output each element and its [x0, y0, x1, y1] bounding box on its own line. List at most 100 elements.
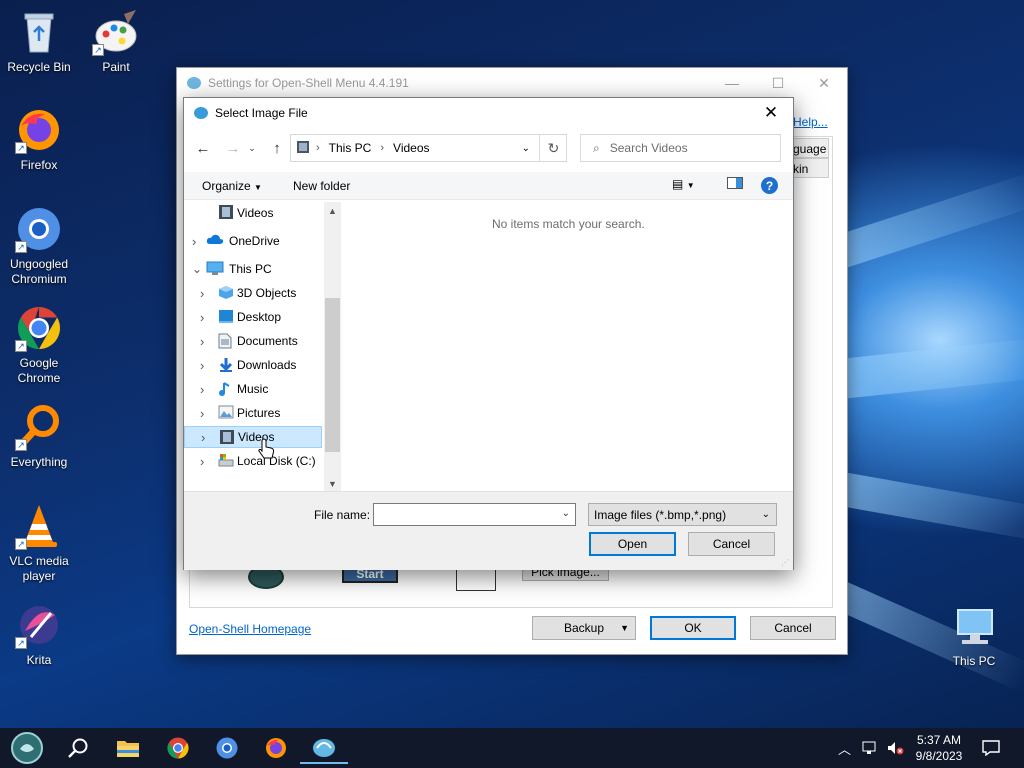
- tree-item-local-disk-c[interactable]: › Local Disk (C:): [184, 450, 322, 472]
- file-name-input[interactable]: ⌄: [373, 503, 576, 526]
- tree-item-videos[interactable]: › Videos: [184, 426, 322, 448]
- chevron-right-icon[interactable]: ›: [200, 334, 204, 349]
- file-explorer-icon[interactable]: [104, 732, 152, 764]
- recent-locations-button[interactable]: ⌄: [246, 138, 258, 158]
- open-shell-icon[interactable]: [300, 732, 348, 764]
- chevron-right-icon[interactable]: ›: [200, 454, 204, 469]
- tree-item-pictures[interactable]: › Pictures: [184, 402, 322, 424]
- up-button[interactable]: ↑: [266, 138, 288, 158]
- tree-item-desktop[interactable]: › Desktop: [184, 306, 322, 328]
- desktop-icon-label: Paint: [102, 60, 130, 74]
- chevron-down-icon: ⌄: [761, 509, 770, 520]
- chevron-right-icon[interactable]: ›: [200, 382, 204, 397]
- help-icon[interactable]: ?: [761, 177, 778, 194]
- desktop-icon-ungoogled-chromium[interactable]: ↗ Ungoogled Chromium: [1, 205, 77, 287]
- scroll-up-arrow[interactable]: ▲: [324, 202, 341, 219]
- ok-button[interactable]: OK: [650, 616, 736, 640]
- chevron-right-icon[interactable]: ›: [201, 430, 205, 445]
- maximize-button[interactable]: ☐: [755, 68, 801, 98]
- chevron-right-icon[interactable]: ›: [200, 406, 204, 421]
- chevron-down-icon[interactable]: ⌄: [562, 508, 570, 519]
- desktop-icon-recycle-bin[interactable]: Recycle Bin: [1, 8, 77, 75]
- firefox-icon[interactable]: [252, 732, 300, 764]
- local-disk-icon: [218, 453, 234, 467]
- documents-icon: [218, 333, 234, 349]
- dialog-close-button[interactable]: ✕: [749, 98, 793, 128]
- tree-item-videos[interactable]: Videos: [184, 202, 322, 224]
- chevron-right-icon[interactable]: ›: [200, 310, 204, 325]
- tree-item-label: Local Disk (C:): [237, 454, 316, 468]
- change-view-button[interactable]: ▤ ▼: [672, 177, 695, 191]
- videos-icon: [296, 140, 310, 157]
- navigation-pane-scrollbar[interactable]: ▲ ▼: [324, 202, 341, 492]
- preview-pane-button[interactable]: [727, 177, 743, 192]
- open-shell-homepage-link[interactable]: Open-Shell Homepage: [189, 622, 311, 636]
- chrome-icon[interactable]: [154, 732, 202, 764]
- clock-date: 9/8/2023: [915, 749, 963, 763]
- network-icon[interactable]: [862, 728, 880, 768]
- tree-item-label: Downloads: [237, 358, 297, 372]
- this-pc-icon: [206, 261, 224, 275]
- desktop-icon-krita[interactable]: ↗ Krita: [1, 601, 77, 668]
- tree-item-label: Pictures: [237, 406, 281, 420]
- scroll-down-arrow[interactable]: ▼: [324, 475, 341, 492]
- view-icon: ▤: [672, 177, 684, 191]
- chevron-right-icon[interactable]: ›: [192, 234, 196, 249]
- minimize-button[interactable]: —: [709, 68, 755, 98]
- desktop-icon-vlc[interactable]: ↗ VLC media player: [1, 502, 77, 584]
- back-button[interactable]: ←: [192, 138, 214, 158]
- volume-muted-icon[interactable]: [886, 728, 904, 768]
- open-button[interactable]: Open: [589, 532, 676, 556]
- action-center-icon[interactable]: [982, 728, 1000, 768]
- refresh-button[interactable]: ↻: [539, 134, 567, 162]
- address-dropdown-icon[interactable]: ⌄: [522, 143, 530, 154]
- organize-menu[interactable]: Organize ▼: [202, 179, 262, 193]
- videos-icon: [219, 430, 235, 444]
- desktop-icon-label: Krita: [26, 653, 52, 667]
- search-box[interactable]: ⌕ Search Videos: [580, 134, 781, 162]
- search-icon[interactable]: [54, 732, 102, 764]
- file-type-select[interactable]: Image files (*.bmp,*.png) ⌄: [588, 503, 777, 526]
- desktop-icon-google-chrome[interactable]: ↗ Google Chrome: [1, 304, 77, 386]
- chevron-right-icon[interactable]: ›: [200, 358, 204, 373]
- open-shell-icon: [186, 75, 202, 92]
- caret-down-icon: ▼: [254, 183, 262, 192]
- breadcrumb-this-pc[interactable]: This PC: [326, 141, 375, 155]
- system-clock[interactable]: 5:37 AM 9/8/2023: [906, 732, 972, 764]
- tree-item-3d-objects[interactable]: › 3D Objects: [184, 282, 322, 304]
- chevron-right-icon[interactable]: ›: [200, 286, 204, 301]
- tree-item-music[interactable]: › Music: [184, 378, 322, 400]
- tree-item-documents[interactable]: › Documents: [184, 330, 322, 352]
- tree-item-onedrive[interactable]: › OneDrive: [184, 230, 322, 252]
- search-icon: ⌕: [593, 140, 600, 155]
- close-button[interactable]: ✕: [801, 68, 847, 98]
- refresh-icon: ↻: [547, 139, 560, 156]
- backup-button[interactable]: Backup ▼: [532, 616, 636, 640]
- desktop-icon-firefox[interactable]: ↗ Firefox: [1, 106, 77, 173]
- show-hidden-icons-button[interactable]: ︿: [838, 728, 851, 768]
- address-bar[interactable]: › This PC › Videos ⌄: [290, 134, 567, 162]
- desktop-icon-label: This PC: [952, 654, 996, 668]
- desktop-icon-paint[interactable]: ↗ Paint: [78, 8, 154, 75]
- resize-grip-icon[interactable]: ⋰: [781, 558, 791, 568]
- scrollbar-thumb[interactable]: [325, 298, 340, 452]
- desktop-icon-everything[interactable]: ↗ Everything: [1, 403, 77, 470]
- help-link[interactable]: Help...: [793, 115, 828, 129]
- tree-item-label: This PC: [229, 262, 272, 276]
- tree-item-this-pc[interactable]: ⌄ This PC: [184, 258, 322, 280]
- hand-cursor-icon: [258, 438, 276, 463]
- breadcrumb-chevron-icon: ›: [316, 142, 320, 154]
- breadcrumb-videos[interactable]: Videos: [390, 141, 432, 155]
- desktop-folder-icon: [218, 309, 234, 323]
- chevron-down-icon[interactable]: ⌄: [192, 262, 202, 276]
- dialog-cancel-button[interactable]: Cancel: [688, 532, 775, 556]
- settings-cancel-button[interactable]: Cancel: [750, 616, 836, 640]
- chromium-icon[interactable]: [203, 732, 251, 764]
- tree-item-downloads[interactable]: › Downloads: [184, 354, 322, 376]
- start-orb-icon[interactable]: [3, 732, 51, 764]
- caret-down-icon: ▼: [686, 181, 695, 190]
- new-folder-button[interactable]: New folder: [293, 179, 350, 193]
- desktop-icon-this-pc[interactable]: This PC: [936, 602, 1012, 669]
- search-placeholder: Search Videos: [609, 141, 688, 155]
- forward-button[interactable]: →: [222, 138, 244, 158]
